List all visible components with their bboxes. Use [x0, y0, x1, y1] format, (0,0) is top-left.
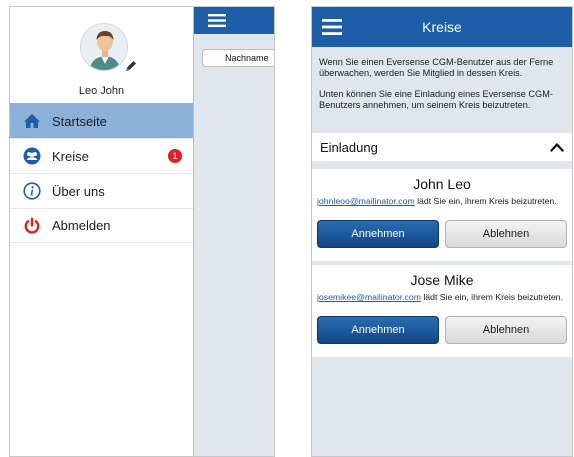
invitation-card: Jose Mike josemikee@mailinator.com lädt …	[312, 265, 572, 357]
menu-label: Startseite	[52, 113, 107, 129]
accept-button[interactable]: Annehmen	[317, 220, 439, 248]
invitation-actions: Annehmen Ablehnen	[312, 220, 572, 248]
user-avatar-icon	[81, 24, 127, 70]
avatar[interactable]	[80, 23, 128, 71]
hamburger-menu-icon[interactable]	[208, 14, 226, 27]
invitation-text: josemikee@mailinator.com lädt Sie ein, i…	[312, 289, 572, 316]
profile-name: Leo John	[78, 85, 125, 97]
page-title: Kreise	[422, 19, 462, 35]
decline-button[interactable]: Ablehnen	[445, 220, 567, 248]
info-paragraph: Unten können Sie eine Einladung eines Ev…	[319, 89, 553, 110]
lastname-field[interactable]: Nachname	[202, 49, 274, 67]
menu-item-abmelden[interactable]: Abmelden	[10, 208, 193, 243]
invitation-section-header[interactable]: Einladung	[312, 133, 572, 165]
drawer-screen: Leo John Startseite Kreise 1 Über uns Ab…	[9, 6, 275, 457]
accept-button[interactable]: Annehmen	[317, 316, 439, 344]
notification-badge: 1	[168, 149, 182, 163]
menu-item-kreise[interactable]: Kreise 1	[10, 138, 193, 173]
edit-pencil-icon[interactable]	[124, 59, 138, 73]
circles-screen: Kreise Wenn Sie einen Eversense CGM-Benu…	[311, 6, 573, 457]
group-icon	[22, 146, 42, 166]
app-bar: Kreise	[312, 7, 572, 47]
info-text: Wenn Sie einen Eversense CGM-Benutzer au…	[312, 47, 572, 111]
menu-label: Über uns	[52, 183, 105, 199]
decline-button[interactable]: Ablehnen	[445, 316, 567, 344]
navigation-drawer: Leo John Startseite Kreise 1 Über uns Ab…	[10, 7, 194, 456]
power-icon	[22, 216, 42, 236]
info-paragraph: Wenn Sie einen Eversense CGM-Benutzer au…	[319, 57, 554, 78]
invitation-message: lädt Sie ein, ihrem Kreis beizutreten.	[414, 196, 557, 206]
info-icon	[22, 181, 42, 201]
invitation-email-link[interactable]: johnleoo@mailinator.com	[317, 196, 415, 206]
section-title: Einladung	[320, 139, 378, 155]
invitation-text: johnleoo@mailinator.com lädt Sie ein, ih…	[312, 193, 572, 220]
menu-label: Kreise	[52, 148, 89, 164]
profile-header: Leo John	[10, 7, 193, 103]
invitation-actions: Annehmen Ablehnen	[312, 316, 572, 344]
underlying-screen: Nachname	[194, 7, 274, 456]
underlying-app-bar	[194, 7, 274, 34]
chevron-up-icon[interactable]	[550, 142, 564, 152]
invitation-email-link[interactable]: josemikee@mailinator.com	[317, 292, 421, 302]
menu-item-ueber-uns[interactable]: Über uns	[10, 173, 193, 208]
menu-label: Abmelden	[52, 218, 111, 233]
menu-item-startseite[interactable]: Startseite	[10, 103, 193, 138]
home-icon	[22, 111, 42, 131]
invitation-sender-name: John Leo	[413, 176, 471, 192]
invitation-sender-name: Jose Mike	[410, 272, 474, 288]
invitation-card: John Leo johnleoo@mailinator.com lädt Si…	[312, 169, 572, 261]
invitation-message: lädt Sie ein, ihrem Kreis beizutreten.	[420, 292, 563, 302]
page: Leo John Startseite Kreise 1 Über uns Ab…	[0, 0, 574, 457]
